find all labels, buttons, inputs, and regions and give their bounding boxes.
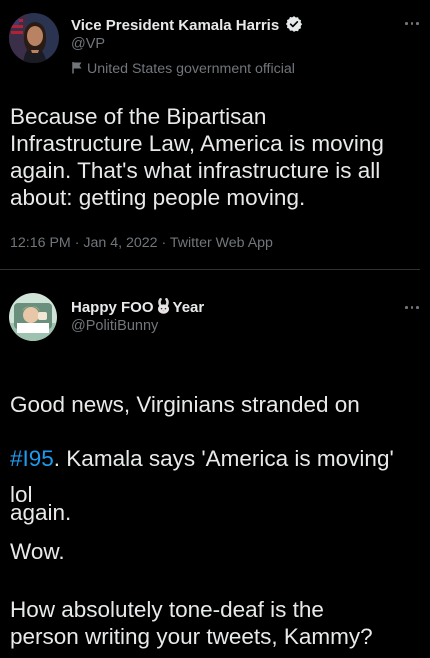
display-name[interactable]: Happy FOO Year xyxy=(71,298,204,319)
tweet-meta: 12:16 PM · Jan 4, 2022 · Twitter Web App xyxy=(10,235,273,251)
tweet-text: Good news, Virginians stranded on #I95. … xyxy=(10,364,430,553)
tweet-text: Because of the Bipartisan Infrastructure… xyxy=(10,104,384,210)
tweet-vp: Vice President Kamala Harris @VP United … xyxy=(0,0,430,270)
tweet-text-line3: again. xyxy=(10,500,72,525)
hashtag-link[interactable]: #I95 xyxy=(10,446,54,471)
tweet-time[interactable]: 12:16 PM xyxy=(10,235,71,251)
government-flag-icon xyxy=(71,61,83,78)
rabbit-icon xyxy=(155,298,172,319)
display-name-text: Vice President Kamala Harris xyxy=(71,17,280,34)
avatar-politibunny-image xyxy=(9,293,57,341)
meta-separator: · xyxy=(74,235,80,251)
avatar-politibunny[interactable] xyxy=(9,293,57,341)
verified-badge-icon xyxy=(285,15,303,37)
more-options-icon[interactable] xyxy=(402,300,422,314)
tweet-source[interactable]: Twitter Web App xyxy=(170,235,273,251)
avatar-vp-image xyxy=(9,13,59,63)
tweet-text-paragraph-question: How absolutely tone-deaf is the person w… xyxy=(10,597,373,649)
government-label[interactable]: United States government official xyxy=(71,61,295,78)
tweet-date[interactable]: Jan 4, 2022 xyxy=(83,235,157,251)
tweet-text-paragraph-lol: lol xyxy=(10,482,33,507)
avatar-vp[interactable] xyxy=(9,13,59,63)
display-name-part2: Year xyxy=(172,299,205,316)
meta-separator: · xyxy=(161,235,167,251)
display-name-part1: Happy FOO xyxy=(71,299,154,316)
government-label-text: United States government official xyxy=(87,61,295,77)
handle[interactable]: @VP xyxy=(71,36,105,52)
tweet-text-line1: Good news, Virginians stranded on xyxy=(10,392,360,417)
tweet-politibunny: Happy FOO Year @PolitiBunny Good news, V… xyxy=(0,270,430,658)
handle[interactable]: @PolitiBunny xyxy=(71,318,158,334)
tweet-text-paragraph-wow: Wow. xyxy=(10,539,65,564)
tweet-text-line2-rest: . Kamala says 'America is moving' xyxy=(53,446,394,471)
more-options-icon[interactable] xyxy=(402,16,422,30)
display-name[interactable]: Vice President Kamala Harris xyxy=(71,15,303,37)
tweet-text-line2: #I95. Kamala says 'America is moving' xyxy=(10,445,430,472)
